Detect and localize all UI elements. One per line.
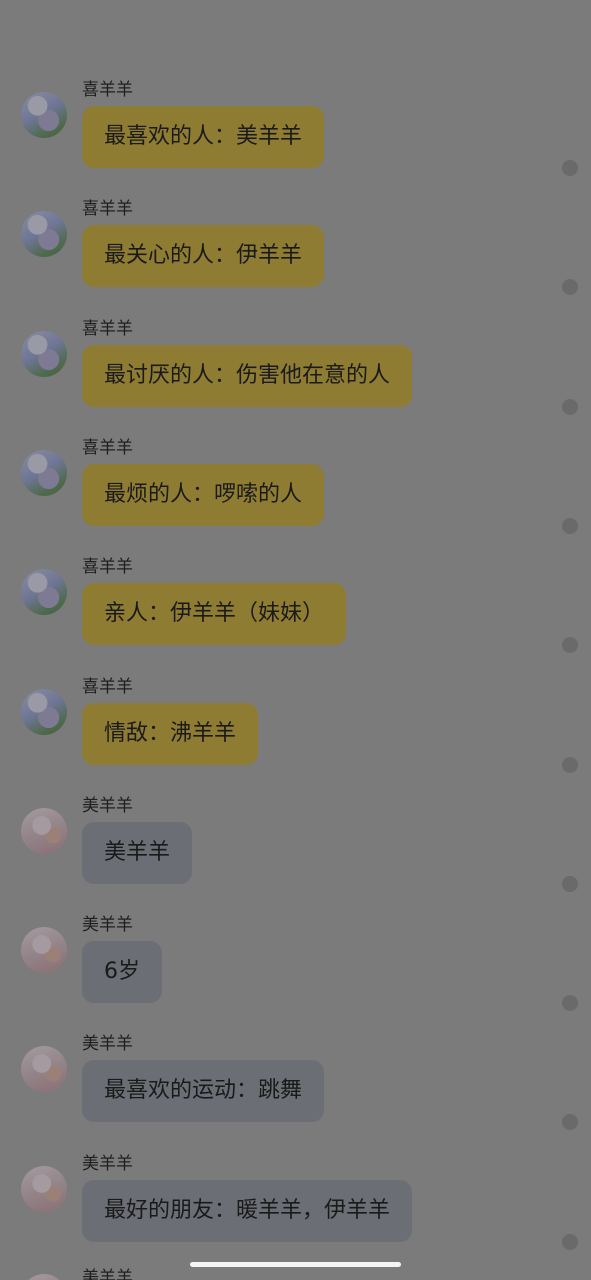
sender-name: 喜羊羊: [82, 438, 133, 458]
message-bubble[interactable]: 最烦的人：啰嗦的人: [82, 464, 325, 526]
select-radio[interactable]: [562, 518, 578, 534]
select-radio[interactable]: [562, 279, 578, 295]
message-bubble[interactable]: 最讨厌的人：伤害他在意的人: [82, 345, 413, 407]
message-bubble[interactable]: 最好的朋友：暖羊羊，伊羊羊: [82, 1180, 413, 1242]
select-radio[interactable]: [562, 1114, 578, 1130]
mei-yang-yang-avatar[interactable]: [21, 927, 67, 973]
xi-yang-yang-avatar[interactable]: [21, 331, 67, 377]
message-bubble[interactable]: 最喜欢的人：美羊羊: [82, 106, 325, 168]
sender-name: 美羊羊: [82, 796, 133, 816]
select-radio[interactable]: [562, 160, 578, 176]
message-bubble[interactable]: 最关心的人：伊羊羊: [82, 225, 325, 287]
select-radio[interactable]: [562, 1234, 578, 1250]
chat-screen: 喜羊羊 最喜欢的人：美羊羊 喜羊羊 最关心的人：伊羊羊 喜羊羊 最讨厌的人：伤害他在意的人…: [0, 0, 591, 1280]
message-bubble[interactable]: 美羊羊: [82, 822, 193, 884]
message-row: 喜羊羊情敌：沸羊羊: [0, 677, 591, 795]
message-row: 喜羊羊最讨厌的人：伤害他在意的人: [0, 319, 591, 437]
message-bubble[interactable]: 6岁: [82, 941, 162, 1003]
xi-yang-yang-avatar[interactable]: [21, 92, 67, 138]
sender-name: 喜羊羊: [82, 677, 133, 697]
message-bubble[interactable]: 最喜欢的运动：跳舞: [82, 1060, 325, 1122]
select-radio[interactable]: [562, 637, 578, 653]
mei-yang-yang-avatar[interactable]: [21, 808, 67, 854]
message-bubble[interactable]: 亲人：伊羊羊（妹妹）: [82, 583, 347, 645]
select-radio[interactable]: [562, 399, 578, 415]
sender-name: 喜羊羊: [82, 199, 133, 219]
message-row: 喜羊羊亲人：伊羊羊（妹妹）: [0, 557, 591, 675]
avatar[interactable]: [21, 1274, 67, 1280]
select-radio[interactable]: [562, 757, 578, 773]
sender-name: 美羊羊: [82, 1268, 133, 1280]
message-row: 美羊羊 6岁: [0, 915, 591, 1033]
sender-name: 美羊羊: [82, 1034, 133, 1054]
mei-yang-yang-avatar[interactable]: [21, 1166, 67, 1212]
sender-name: 美羊羊: [82, 915, 133, 935]
xi-yang-yang-avatar[interactable]: [21, 569, 67, 615]
sender-name: 喜羊羊: [82, 319, 133, 339]
message-row: 美羊羊最喜欢的运动：跳舞: [0, 1034, 591, 1152]
sender-name: 喜羊羊: [82, 557, 133, 577]
message-bubble[interactable]: 情敌：沸羊羊: [82, 703, 259, 765]
message-row: 美羊羊最好的朋友：暖羊羊，伊羊羊: [0, 1154, 591, 1272]
select-radio[interactable]: [562, 876, 578, 892]
message-row: 喜羊羊最烦的人：啰嗦的人: [0, 438, 591, 556]
select-radio[interactable]: [562, 995, 578, 1011]
xi-yang-yang-avatar[interactable]: [21, 450, 67, 496]
message-row: 喜羊羊最喜欢的人：美羊羊: [0, 80, 591, 198]
message-row: 美羊羊 美羊羊: [0, 796, 591, 914]
mei-yang-yang-avatar[interactable]: [21, 1046, 67, 1092]
xi-yang-yang-avatar[interactable]: [21, 211, 67, 257]
xi-yang-yang-avatar[interactable]: [21, 689, 67, 735]
home-indicator[interactable]: [190, 1262, 401, 1267]
sender-name: 喜羊羊: [82, 80, 133, 100]
sender-name: 美羊羊: [82, 1154, 133, 1174]
message-row: 喜羊羊最关心的人：伊羊羊: [0, 199, 591, 317]
